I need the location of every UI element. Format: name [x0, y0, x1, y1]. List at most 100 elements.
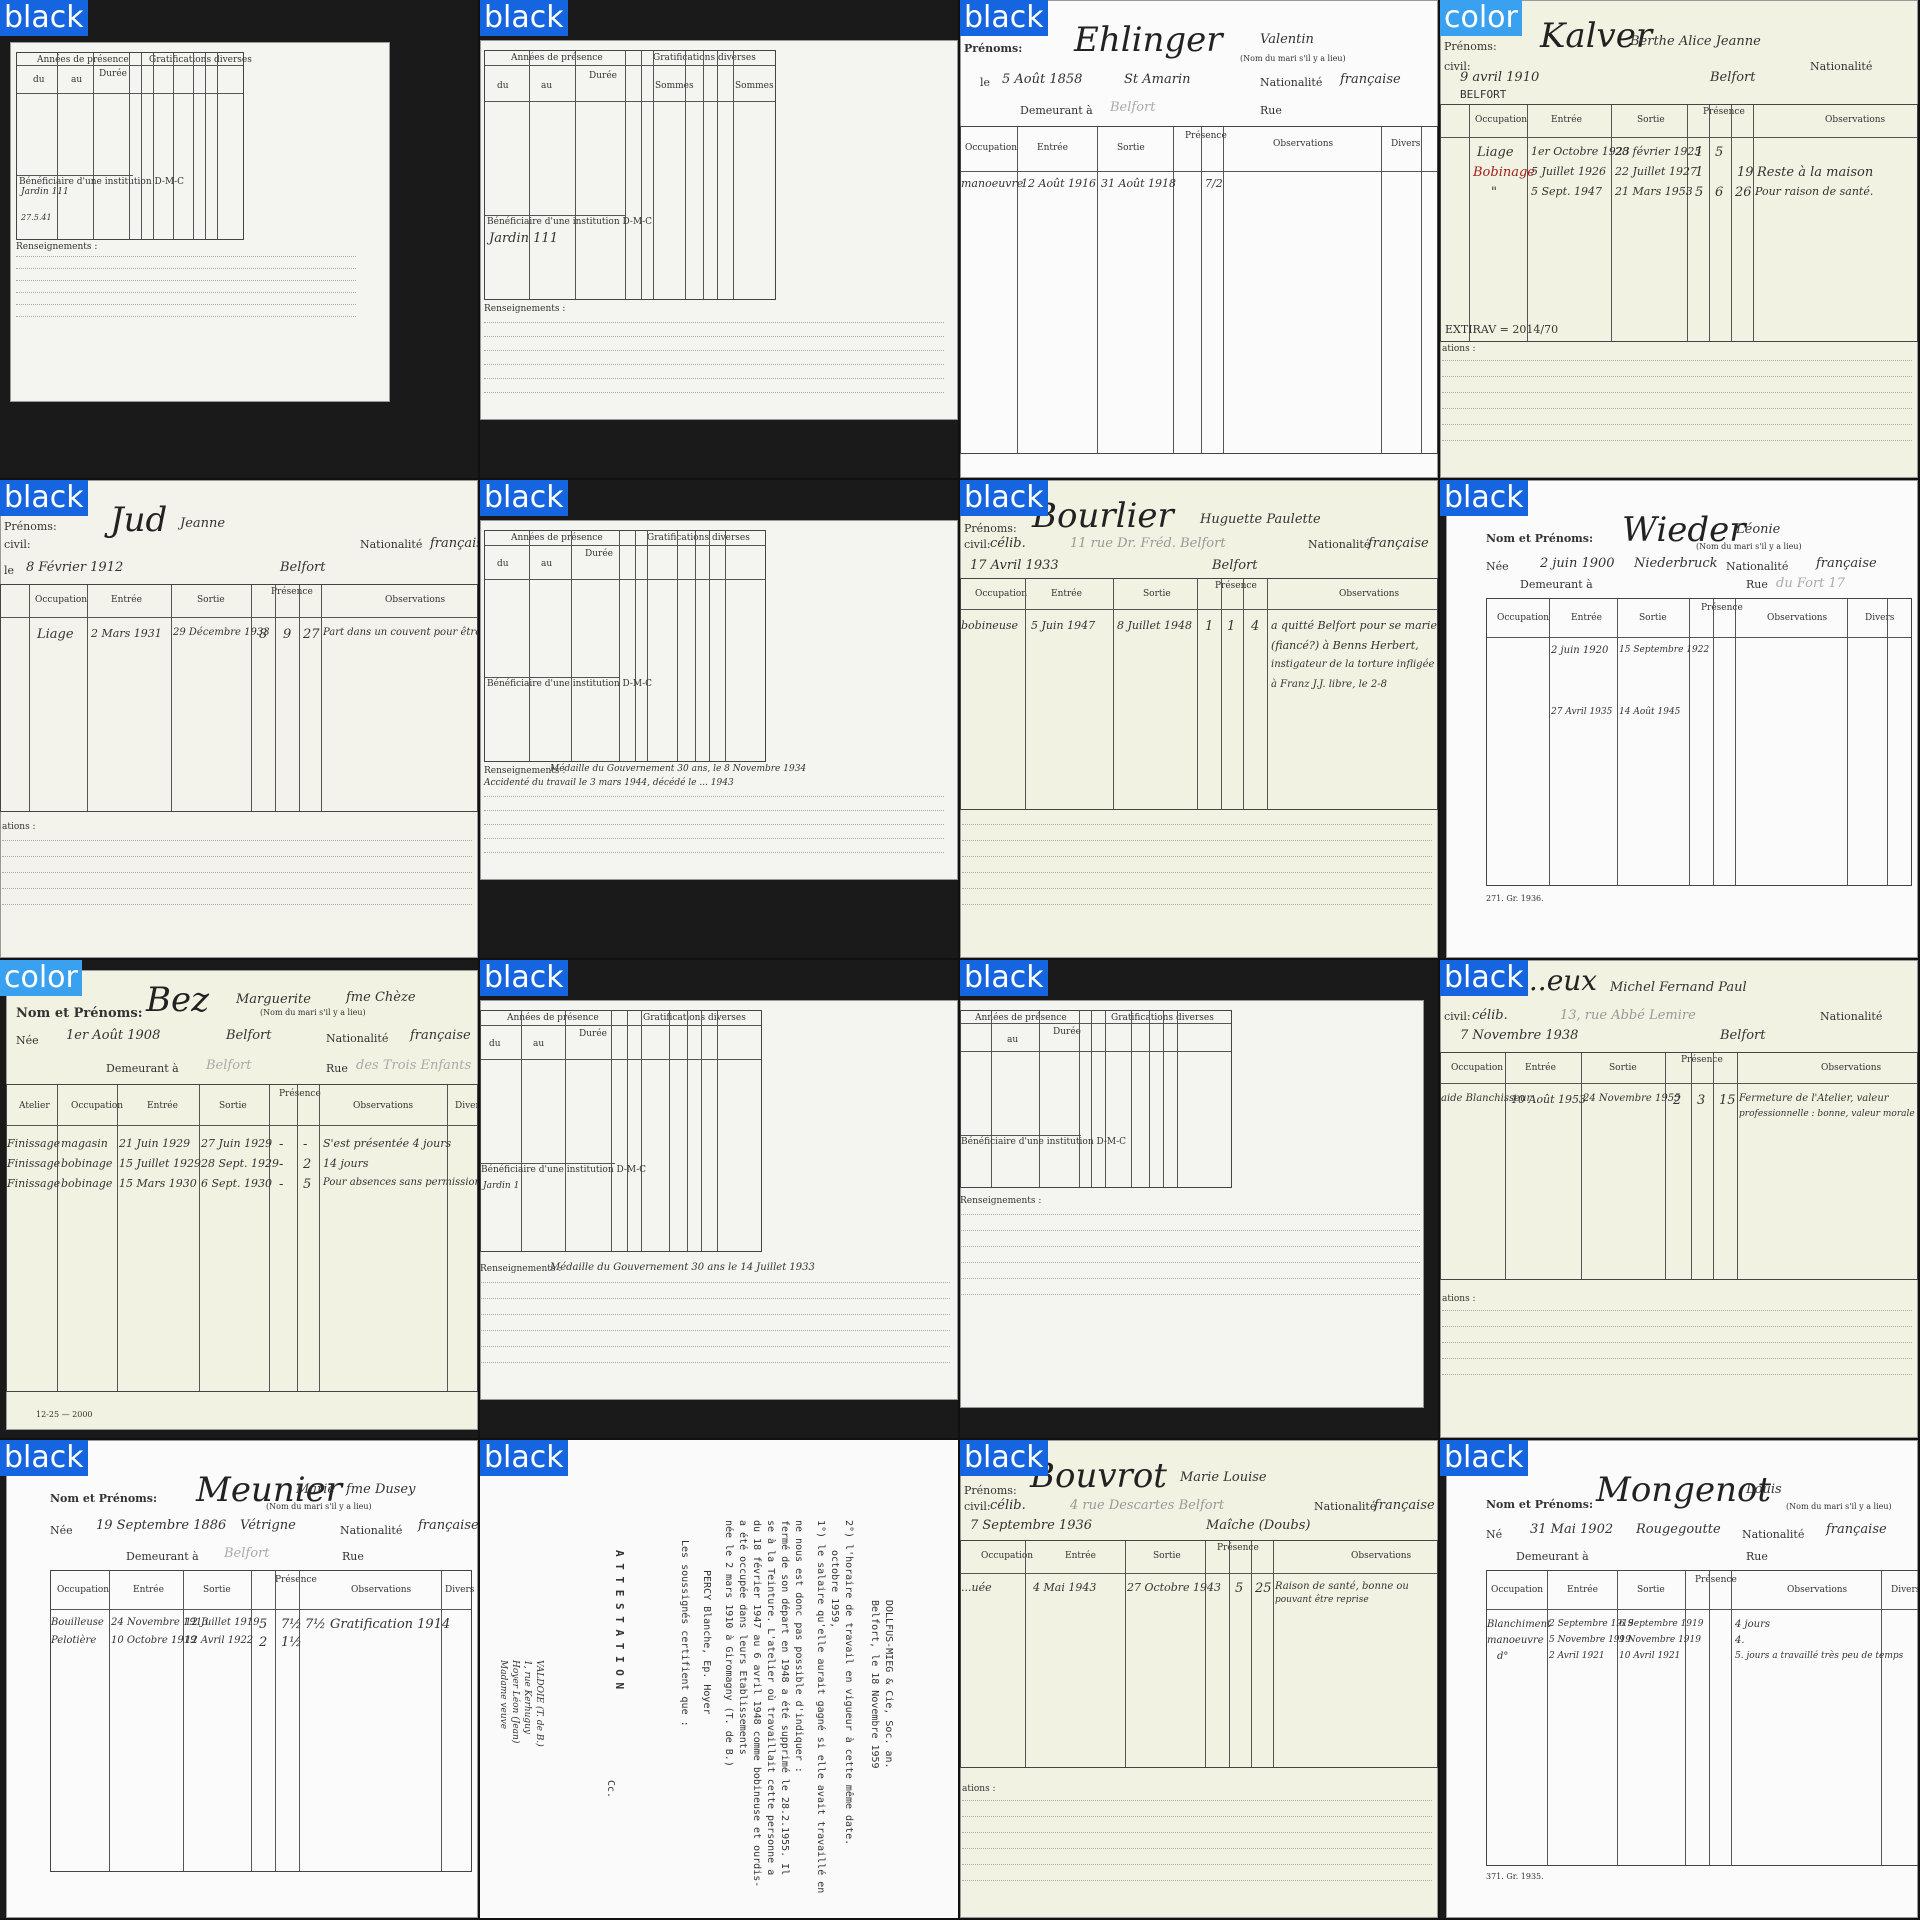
row-observations-2: (fiancé?) à Benns Herbert, [1271, 639, 1419, 652]
header-gratif: Gratifications diverses [149, 55, 252, 65]
observations-footer-label: ations : [1442, 344, 1476, 354]
record-card: Années de présence Gratifications divers… [480, 1000, 958, 1400]
footer-note: EXTIRAV = 2014/70 [1445, 323, 1559, 336]
header-observations: Observations [385, 595, 446, 605]
record-card: Prénoms: Bourlier Huguette Paulette civi… [960, 480, 1438, 958]
nationalite-label: Nationalité [1314, 1500, 1377, 1513]
row-sortie: 22 Juillet 1927 [1615, 165, 1697, 178]
gratification-table: Années de présence Gratifications divers… [960, 1010, 1232, 1188]
surname: Ehlinger [1074, 20, 1223, 60]
demeurant-label: Demeurant à [1516, 1550, 1589, 1563]
row-jours: 15 [1719, 1093, 1736, 1108]
spouse-name: fme Chèze [346, 990, 416, 1005]
header-gratif: Gratifications diverses [643, 1013, 746, 1023]
firstname: Marie Louise [1180, 1470, 1267, 1485]
tile-tag: color [1440, 0, 1522, 36]
row-annees: 2 [259, 1635, 268, 1650]
row-entree: 12 Août 1916 [1021, 177, 1097, 190]
tile-tag: color [0, 960, 82, 996]
header-annees: Années de présence [975, 1013, 1067, 1023]
row-observations: 7½ Gratification 1914 [305, 1617, 451, 1632]
demeurant-value: Belfort [206, 1058, 252, 1073]
demeurant-label: Demeurant à [126, 1550, 199, 1563]
renseignements-value: Médaille du Gouvernement 30 ans le 14 Ju… [550, 1262, 815, 1273]
observations-footer-label: ations : [1442, 1294, 1476, 1304]
tile-3: black Prénoms: Ehlinger Valentin (Nom du… [960, 0, 1438, 478]
attestation-line: née le 2 mars 1910 à Giromagny (T. de B.… [723, 1520, 734, 1767]
header-occupation: Occupation [975, 589, 1028, 599]
header-sommes: Sommes [655, 81, 694, 91]
rue-label: Rue [1260, 104, 1282, 117]
row-sortie: 6 Septembre 1919 [1619, 1619, 1704, 1629]
header-presence: Présence [1217, 1543, 1259, 1553]
header-au: au [1007, 1035, 1019, 1045]
firstname: Marie [296, 1482, 336, 1497]
nationalite-label: Nationalité [1742, 1528, 1805, 1541]
row-observations: Reste à la maison [1757, 165, 1874, 180]
rue-value: des Trois Enfants [356, 1058, 472, 1073]
row-occupation: Bouilleuse [51, 1617, 104, 1628]
header-annees: Années de présence [37, 55, 129, 65]
tile-tag: black [480, 0, 568, 36]
row-mois: 6 [1715, 185, 1724, 200]
record-card: Années de présence Gratifications divers… [10, 42, 390, 402]
row-entree: 10 Août 1953 [1511, 1093, 1587, 1106]
header-au: au [533, 1039, 545, 1049]
header-divers: Divers [455, 1101, 478, 1111]
record-card: Années de présence Gratifications divers… [960, 1000, 1424, 1408]
row-occupation: Blanchiment [1487, 1619, 1552, 1630]
attestation-line: PERCY Blanche, Ep. Hoyer [701, 1570, 712, 1715]
firstname: Jeanne [180, 516, 226, 531]
demeurant-label: Demeurant à [1520, 578, 1593, 591]
header-atelier: Atelier [19, 1101, 50, 1111]
header-presence: Présence [1185, 131, 1227, 141]
image-grid: black Années de présence Gratifications … [0, 0, 1920, 1920]
recipient-line: 1, rue Kerhuguy [522, 1660, 532, 1735]
row-occupation: bobinage [61, 1177, 113, 1190]
record-card: Prénoms: Kalver Berthe Alice Jeanne civi… [1440, 0, 1918, 478]
rue-label: Rue [1746, 1550, 1768, 1563]
tile-9: color Nom et Prénoms: Bez Marguerite fme… [0, 960, 478, 1438]
cc-label: Cc. [605, 1780, 616, 1799]
birth-date: 8 Février 1912 [26, 560, 124, 575]
renseignements-label: Renseignements : [484, 304, 566, 314]
header-presence: Présence [1701, 603, 1743, 613]
row-observations: 4 jours [1735, 1619, 1771, 1630]
row-mois: 1 [1227, 619, 1236, 634]
nee-label: Née [50, 1524, 73, 1537]
record-card: Nom et Prénoms: Mongenot Louis (Nom du m… [1446, 1440, 1918, 1918]
header-annees: Années de présence [511, 53, 603, 63]
le-label: le [4, 564, 15, 577]
tile-16: black Nom et Prénoms: Mongenot Louis (No… [1440, 1440, 1918, 1918]
row-observations-4: à Franz J.J. libre, le 2-8 [1271, 679, 1387, 690]
nom-label: Nom et Prénoms: [16, 1006, 143, 1021]
form-reference: 271. Gr. 1936. [1486, 894, 1544, 903]
row-occupation: Bobinage [1473, 165, 1535, 180]
employment-table: Occupation Entrée Sortie Présence Observ… [0, 584, 478, 812]
tile-8: black Nom et Prénoms: Wieder Léonie (Nom… [1440, 480, 1918, 958]
tile-7: black Prénoms: Bourlier Huguette Paulett… [960, 480, 1438, 958]
nationalite-value: française [1816, 556, 1877, 571]
tile-tag: black [0, 480, 88, 516]
tile-14: black A T T E S T A T I O N Les soussign… [480, 1440, 958, 1918]
row-entree: 5 Juin 1947 [1031, 619, 1096, 632]
record-card: Nom et Prénoms: Wieder Léonie (Nom du ma… [1446, 480, 1918, 958]
header-entree: Entrée [1571, 613, 1602, 623]
nationalite-label: Nationalité [1726, 560, 1789, 573]
attestation-line: du 18 février 1947 au 6 avril 1948 comme… [751, 1520, 762, 1888]
row-sortie: 12 Juillet 1919 [185, 1617, 260, 1628]
header-duree: Durée [589, 71, 617, 81]
row-mois: 1½ [281, 1635, 302, 1650]
nom-label: Prénoms: [964, 522, 1017, 535]
header-au: au [541, 81, 553, 91]
header-du: du [33, 75, 45, 85]
row-sortie: 21 Mars 1953 [1615, 185, 1693, 198]
tile-15: black Prénoms: Bouvrot Marie Louise civi… [960, 1440, 1438, 1918]
row-mois: 5 [303, 1177, 312, 1192]
beneficiaire-value: Jardin 111 [489, 231, 558, 246]
row-entree: 2 Mars 1931 [91, 627, 162, 640]
row-occupation: ...uée [961, 1581, 992, 1594]
header-occupation: Occupation [1491, 1585, 1544, 1595]
form-reference: 371. Gr. 1935. [1486, 1872, 1544, 1881]
record-card: Prénoms: Jud Jeanne civil: Nationalité f… [0, 480, 478, 958]
